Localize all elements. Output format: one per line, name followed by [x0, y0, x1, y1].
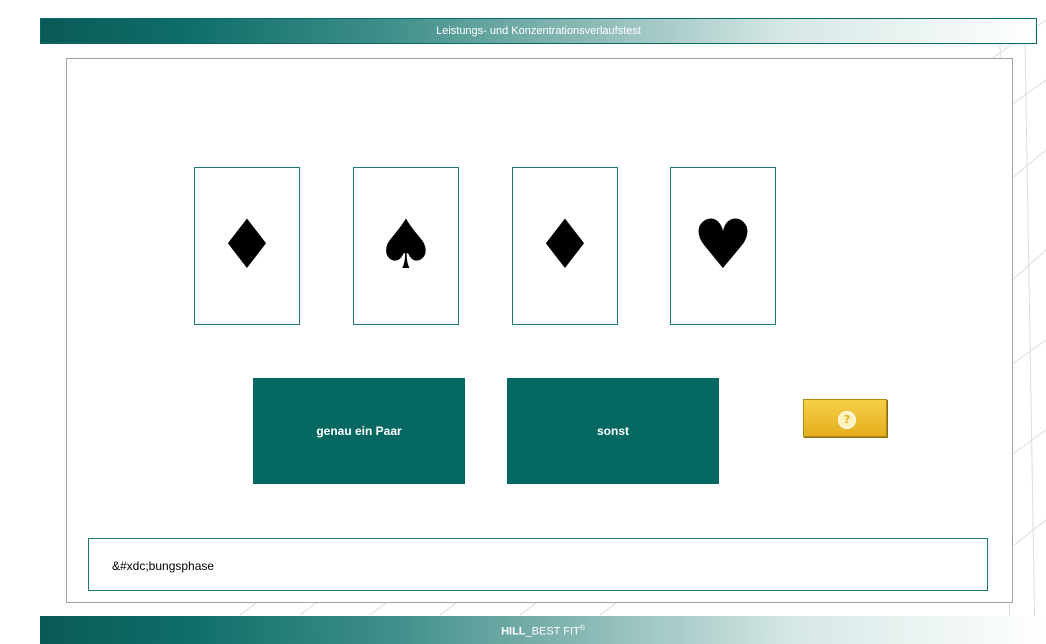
- status-box: &#xdc;bungsphase: [88, 538, 988, 591]
- card-2: ♠: [353, 167, 459, 325]
- footer-brand: HILL_BEST FIT®: [40, 625, 1046, 638]
- card-4: ♥: [670, 167, 776, 325]
- diamond-icon: ♦: [216, 206, 278, 285]
- brand-rest: _BEST FIT: [525, 625, 580, 638]
- card-1: ♦: [194, 167, 300, 325]
- title-bar: Leistungs- und Konzentrationsverlaufstes…: [40, 18, 1037, 44]
- help-button[interactable]: ?: [803, 399, 887, 437]
- main-panel: [66, 58, 1013, 603]
- question-icon: ?: [838, 411, 856, 429]
- diamond-icon: ♦: [534, 206, 596, 285]
- registered-mark: ®: [579, 625, 585, 632]
- status-text: &#xdc;bungsphase: [112, 559, 215, 573]
- otherwise-button[interactable]: sonst: [507, 378, 719, 484]
- spade-icon: ♠: [375, 206, 437, 285]
- app-title: Leistungs- und Konzentrationsverlaufstes…: [436, 25, 641, 37]
- card-3: ♦: [512, 167, 618, 325]
- footer-bar: HILL_BEST FIT®: [40, 616, 1046, 644]
- heart-icon: ♥: [692, 206, 754, 285]
- exactly-one-pair-button[interactable]: genau ein Paar: [253, 378, 465, 484]
- brand-bold: HILL: [501, 625, 526, 638]
